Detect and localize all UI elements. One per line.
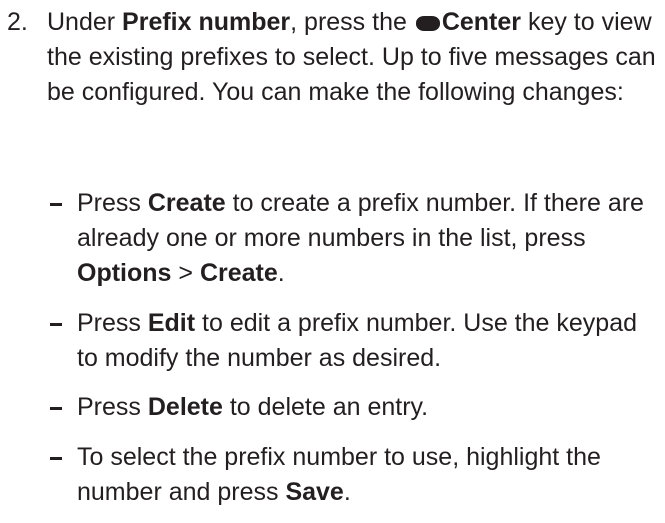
step-number: 2. (7, 8, 28, 36)
dash-bullet-icon (50, 457, 62, 460)
bullet-text-segment: Press (77, 189, 148, 217)
prefix-number-label: Prefix number (122, 8, 291, 36)
bullet-text-segment: Press (77, 393, 148, 421)
bullet-text: Press Delete to delete an entry. (77, 390, 661, 425)
center-key-label: Center (441, 8, 522, 36)
step-text-segment: , press the (290, 8, 414, 36)
bullet-delete: Press Delete to delete an entry. (0, 390, 665, 425)
dash-bullet-icon (50, 323, 62, 326)
bullet-text-segment: . (277, 259, 285, 287)
center-key-icon (415, 16, 440, 31)
create-label: Create (199, 259, 278, 287)
bullet-save: To select the prefix number to use, high… (0, 440, 665, 510)
save-label: Save (285, 478, 344, 506)
delete-label: Delete (147, 393, 223, 421)
options-label: Options (77, 259, 172, 287)
bullet-text-segment: to delete an entry. (222, 393, 429, 421)
dash-bullet-icon (50, 203, 62, 206)
bullet-text-segment: . (343, 478, 351, 506)
step-text-segment: Under (47, 8, 123, 36)
manual-page: 2. Under Prefix number, press the Center… (0, 0, 665, 523)
edit-label: Edit (147, 309, 196, 337)
bullet-text: Press Create to create a prefix number. … (77, 186, 661, 291)
bullet-edit: Press Edit to edit a prefix number. Use … (0, 306, 665, 376)
dash-bullet-icon (50, 407, 62, 410)
menu-separator: > (171, 259, 200, 287)
bullet-text-segment: Press (77, 309, 148, 337)
create-label: Create (147, 189, 226, 217)
step-2: 2. Under Prefix number, press the Center… (0, 5, 665, 110)
bullet-create: Press Create to create a prefix number. … (0, 186, 665, 291)
bullet-text: Press Edit to edit a prefix number. Use … (77, 306, 661, 376)
step-instruction: Under Prefix number, press the Center ke… (47, 5, 659, 110)
bullet-text: To select the prefix number to use, high… (77, 440, 661, 510)
